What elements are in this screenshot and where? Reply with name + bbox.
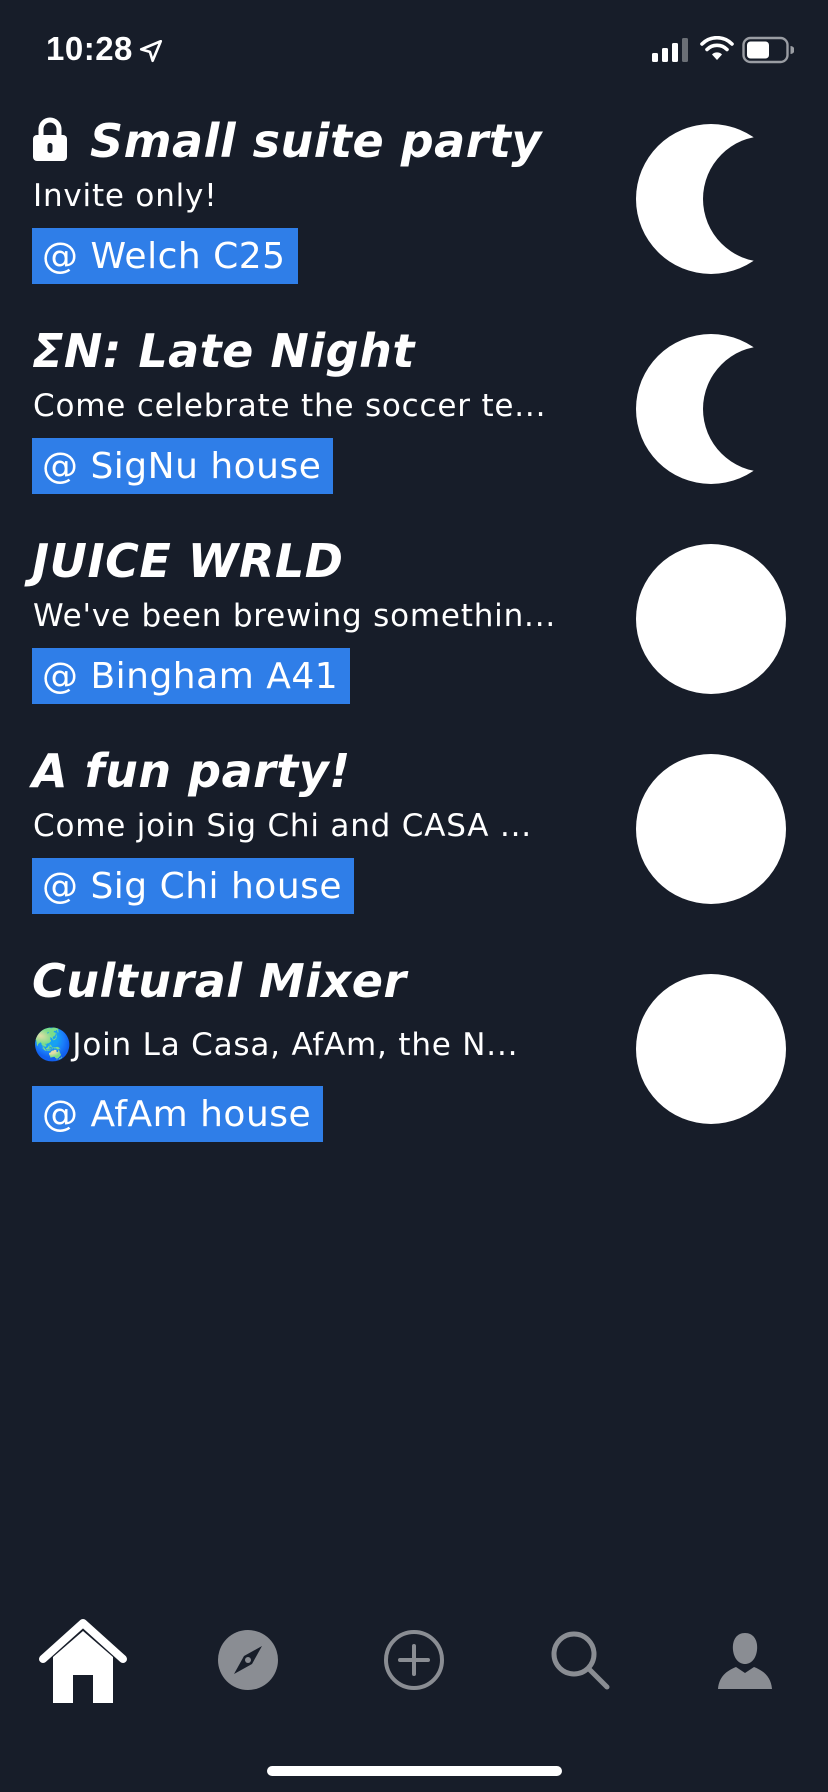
tab-search[interactable] — [530, 1610, 630, 1710]
event-title-text: Small suite party — [90, 114, 542, 168]
wifi-icon — [700, 36, 734, 60]
full-moon-icon — [636, 754, 786, 904]
event-description: We've been brewing somethin... — [33, 598, 556, 634]
event-title: ΣN: Late Night — [32, 324, 415, 378]
crescent-moon-icon — [636, 124, 786, 274]
event-card[interactable]: ΣN: Late Night Come celebrate the soccer… — [0, 320, 828, 520]
event-location-badge[interactable]: @ Welch C25 — [32, 228, 298, 284]
event-description: Come celebrate the soccer te... — [33, 388, 547, 424]
event-title: JUICE WRLD — [32, 534, 344, 588]
status-bar: 10:28 — [0, 0, 828, 100]
event-location-badge[interactable]: @ AfAm house — [32, 1086, 324, 1142]
tab-home[interactable] — [33, 1610, 133, 1710]
compass-icon — [218, 1630, 278, 1690]
battery-icon — [742, 36, 794, 64]
event-card[interactable]: JUICE WRLD We've been brewing somethin..… — [0, 530, 828, 730]
home-indicator[interactable] — [267, 1766, 562, 1776]
event-description: Come join Sig Chi and CASA ... — [33, 808, 532, 844]
event-location-badge[interactable]: @ Bingham A41 — [32, 648, 351, 704]
full-moon-icon — [636, 544, 786, 694]
lock-icon — [33, 117, 67, 161]
search-icon — [551, 1631, 610, 1690]
crescent-moon-icon — [636, 334, 786, 484]
tab-explore[interactable] — [198, 1610, 298, 1710]
tab-create[interactable] — [364, 1610, 464, 1710]
event-description: 🌏Join La Casa, AfAm, the N... — [33, 1027, 519, 1063]
location-arrow-icon — [139, 39, 163, 63]
event-description: Invite only! — [33, 178, 218, 214]
home-icon — [39, 1619, 127, 1703]
event-title: Cultural Mixer — [32, 954, 407, 1008]
tab-bar — [0, 1600, 828, 1720]
status-time: 10:28 — [46, 30, 133, 67]
cellular-signal-icon — [652, 38, 688, 62]
event-location-badge[interactable]: @ Sig Chi house — [32, 858, 355, 914]
event-title: A fun party! — [32, 744, 351, 798]
event-card[interactable]: Cultural Mixer 🌏Join La Casa, AfAm, the … — [0, 950, 828, 1150]
event-location-badge[interactable]: @ SigNu house — [32, 438, 334, 494]
event-card[interactable]: A fun party! Come join Sig Chi and CASA … — [0, 740, 828, 940]
add-circle-icon — [384, 1630, 444, 1690]
event-card[interactable]: Small suite party Invite only! @ Welch C… — [0, 110, 828, 310]
full-moon-icon — [636, 974, 786, 1124]
profile-icon — [718, 1633, 772, 1689]
tab-profile[interactable] — [695, 1610, 795, 1710]
event-title: Small suite party — [32, 114, 542, 168]
